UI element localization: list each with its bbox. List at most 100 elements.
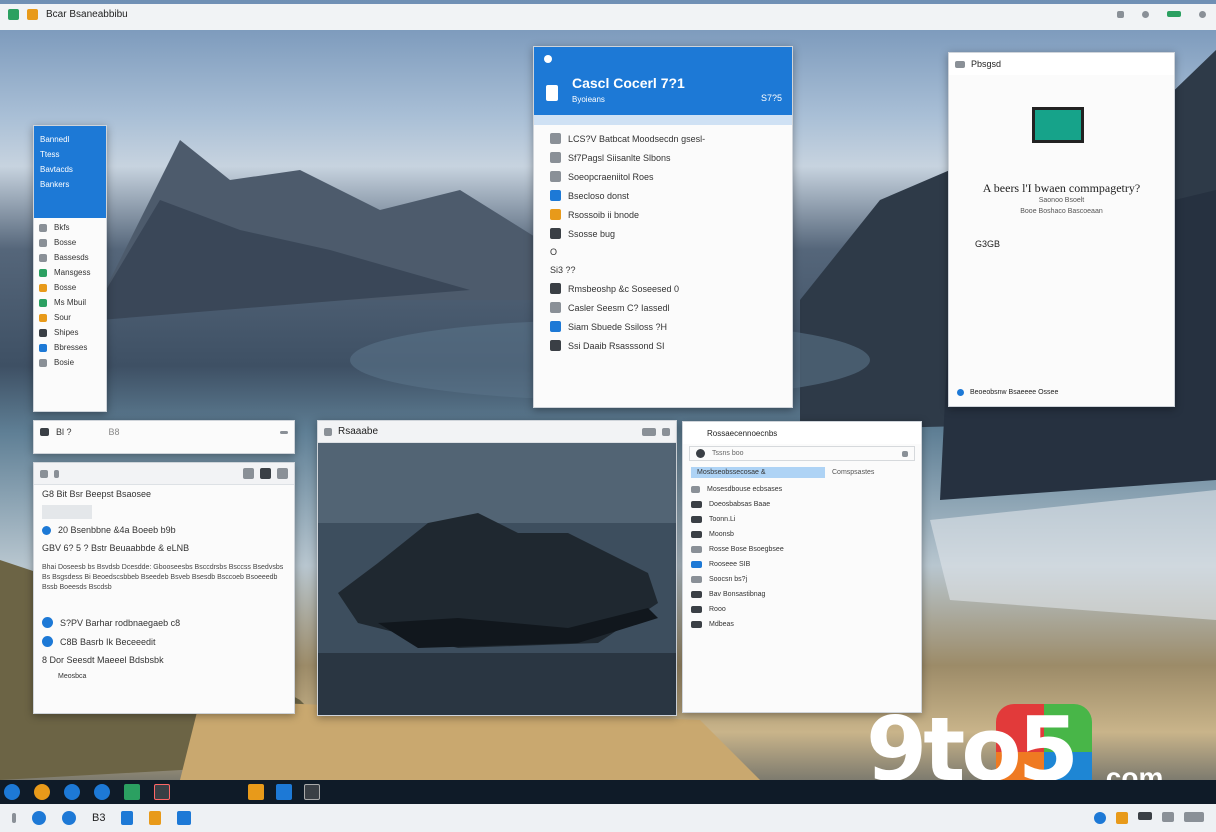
- menu-header-item[interactable]: Bavtacds: [38, 162, 102, 177]
- menu-header-item[interactable]: Bankers: [38, 177, 102, 192]
- doc-item[interactable]: C8B Basrb Ik Beceeedit: [34, 632, 294, 651]
- globe-icon: [39, 343, 47, 352]
- warning-icon[interactable]: [1116, 812, 1128, 824]
- menu-item[interactable]: Ms Mbuil: [34, 295, 106, 310]
- folder-icon[interactable]: [248, 784, 264, 800]
- doc-item[interactable]: 8 Dor Seesdt Maeeel Bdsbsbk: [34, 651, 294, 669]
- menu-item[interactable]: Bosse: [34, 235, 106, 250]
- list-item[interactable]: Casler Seesm C? Iassedl: [542, 298, 784, 317]
- music-icon: [39, 283, 47, 292]
- menu-item[interactable]: Bbresses: [34, 340, 106, 355]
- setup-footer[interactable]: Beoeobsnw Bsaeeee Ossee: [957, 389, 1058, 396]
- star-icon: [39, 313, 47, 322]
- minimize-icon[interactable]: [243, 468, 254, 479]
- top-window-bar[interactable]: Bcar Bsaneabbibu: [0, 4, 1216, 30]
- close-icon[interactable]: [1199, 11, 1206, 18]
- sound-icon: [691, 516, 702, 523]
- menu-item[interactable]: Sour: [34, 310, 106, 325]
- setup-window[interactable]: Pbsgsd A beers l'I bwaen commpagetry? Sa…: [948, 52, 1175, 407]
- settings-item[interactable]: Bav Bonsastibnag: [683, 587, 921, 602]
- app-icon[interactable]: [62, 811, 76, 825]
- menu-header-item[interactable]: Bannedl: [38, 132, 102, 147]
- start-menu[interactable]: Bannedl Ttess Bavtacds Bankers Bkfs Boss…: [33, 125, 107, 412]
- grid-icon: [691, 576, 702, 583]
- settings-window[interactable]: Rossaecennoecnbs Tssns boo Mosbseobsseco…: [682, 421, 922, 713]
- menu-header-item[interactable]: Ttess: [38, 147, 102, 162]
- document-window[interactable]: G8 Bit Bsr Beepst Bsaosee 20 Bsenbbne &4…: [33, 462, 295, 714]
- doc-item[interactable]: G8 Bit Bsr Beepst Bsaosee: [34, 485, 294, 503]
- doc-item[interactable]: GBV 6? 5 ? Bstr Beuaabbde & eLNB: [34, 539, 294, 557]
- settings-item[interactable]: Toonn.Li: [683, 512, 921, 527]
- doc-item[interactable]: 20 Bsenbbne &4a Boeeb b9b: [34, 521, 294, 539]
- menu-item[interactable]: Bosse: [34, 280, 106, 295]
- app-icon[interactable]: [177, 811, 192, 825]
- list-item[interactable]: Si3 ??: [542, 261, 784, 279]
- settings-selected-item[interactable]: Mosbseobssecosae & Comspsastes: [683, 463, 921, 482]
- filter-icon[interactable]: [902, 450, 908, 457]
- doc-blue-item[interactable]: S?PV Barhar rodbnaegaeb c8: [34, 613, 294, 632]
- clock-icon[interactable]: [1184, 812, 1204, 822]
- maximize-icon[interactable]: [642, 427, 656, 436]
- server-icon: [550, 133, 561, 144]
- control-panel-window[interactable]: Cascl Cocerl 7?1 Byoieans S7?5 LCS?V Bat…: [533, 46, 793, 408]
- photo-viewer-window[interactable]: Rsaaabe: [317, 420, 677, 716]
- browser-icon[interactable]: [34, 784, 50, 800]
- menu-item[interactable]: Bosie: [34, 355, 106, 370]
- app-icon[interactable]: [124, 784, 140, 800]
- box-icon: [691, 621, 702, 628]
- list-item[interactable]: O: [542, 243, 784, 261]
- settings-search[interactable]: Tssns boo: [689, 446, 915, 461]
- app-icon[interactable]: [154, 784, 170, 800]
- bug-icon: [550, 228, 561, 239]
- small-bar-label: Bl ?: [56, 427, 72, 437]
- app-icon[interactable]: [94, 784, 110, 800]
- list-item[interactable]: Ssi Daaib Rsasssond SI: [542, 336, 784, 355]
- menu-item[interactable]: Bkfs: [34, 220, 106, 235]
- list-item[interactable]: Sf7Pagsl Siisanlte Slbons: [542, 148, 784, 167]
- back-icon[interactable]: [544, 55, 552, 63]
- settings-item[interactable]: Doeosbabsas Baae: [683, 497, 921, 512]
- settings-item[interactable]: Mosesdbouse ecbsases: [683, 482, 921, 497]
- app-icon[interactable]: [121, 811, 134, 825]
- list-item[interactable]: Siam Sbuede Ssiloss ?H: [542, 317, 784, 336]
- close-icon[interactable]: [277, 468, 288, 479]
- pin-icon[interactable]: [12, 813, 16, 823]
- panel-subtitle: Byoieans: [572, 95, 605, 104]
- taskbar[interactable]: B3: [0, 780, 1216, 832]
- menu-item[interactable]: Shipes: [34, 325, 106, 340]
- app-icon[interactable]: [32, 811, 46, 825]
- notification-icon[interactable]: [1094, 812, 1106, 824]
- doc-paragraph: Bhai Doseesb bs Bsvdsb Dcesdde: Gboosees…: [42, 564, 284, 591]
- list-item[interactable]: Rsossoib ii bnode: [542, 205, 784, 224]
- list-item[interactable]: Bsecloso donst: [542, 186, 784, 205]
- settings-item[interactable]: Moonsb: [683, 527, 921, 542]
- folder-icon: [39, 238, 47, 247]
- status-icon[interactable]: [1167, 11, 1181, 17]
- edge-icon[interactable]: [64, 784, 80, 800]
- settings-item[interactable]: Rosse Bose Bsoegbsee: [683, 542, 921, 557]
- task-icon[interactable]: [276, 784, 292, 800]
- settings-item[interactable]: Rooseee SIB: [683, 557, 921, 572]
- task-icon[interactable]: [304, 784, 320, 800]
- network-icon[interactable]: [1138, 812, 1152, 820]
- small-toolbar-window[interactable]: Bl ? B8: [33, 420, 295, 454]
- list-item[interactable]: Soeopcraeniitol Roes: [542, 167, 784, 186]
- settings-icon[interactable]: [1142, 11, 1149, 18]
- start-icon[interactable]: [4, 784, 20, 800]
- list-item[interactable]: Ssosse bug: [542, 224, 784, 243]
- settings-item[interactable]: Soocsn bs?j: [683, 572, 921, 587]
- app-icon[interactable]: [149, 811, 162, 825]
- menu-item[interactable]: Mansgess: [34, 265, 106, 280]
- menu-item[interactable]: Bassesds: [34, 250, 106, 265]
- user-icon[interactable]: [260, 468, 271, 479]
- settings-item[interactable]: Rooo: [683, 602, 921, 617]
- list-item[interactable]: Rmsbeoshp &c Soseesed 0: [542, 279, 784, 298]
- volume-icon[interactable]: [1162, 812, 1174, 822]
- close-icon[interactable]: [662, 427, 670, 436]
- list-item[interactable]: LCS?V Batbcat Moodsecdn gsesl-: [542, 129, 784, 148]
- minimize-icon[interactable]: [1117, 11, 1124, 18]
- window-icon: [955, 60, 965, 68]
- close-icon[interactable]: [280, 430, 288, 434]
- setup-value: G3GB: [975, 239, 1001, 249]
- settings-item[interactable]: Mdbeas: [683, 617, 921, 632]
